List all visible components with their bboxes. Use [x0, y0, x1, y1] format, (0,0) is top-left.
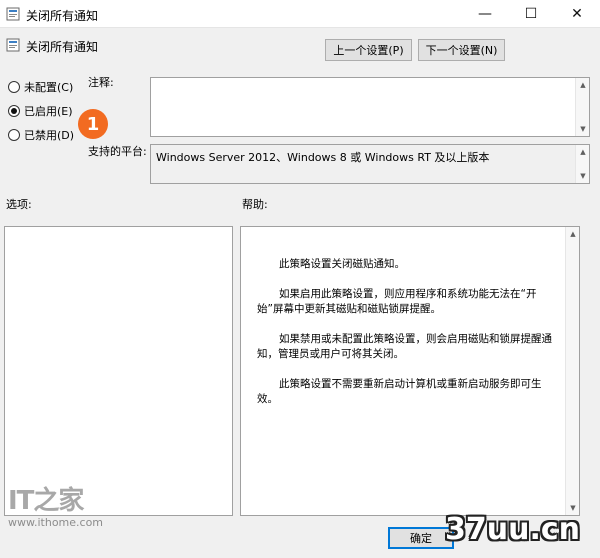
close-button[interactable]: ✕ [554, 0, 600, 28]
platform-field: Windows Server 2012、Windows 8 或 Windows … [150, 144, 590, 184]
previous-setting-button[interactable]: 上一个设置(P) [325, 39, 412, 61]
platform-label: 支持的平台: [88, 145, 147, 158]
options-label: 选项: [6, 198, 32, 211]
radio-disabled[interactable]: 已禁用(D) [8, 127, 74, 143]
help-scrollbar[interactable]: ▲ ▼ [565, 227, 579, 515]
platform-value: Windows Server 2012、Windows 8 或 Windows … [156, 151, 490, 164]
ithome-watermark-logo: IT之家 [8, 486, 84, 516]
ithome-watermark-url: www.ithome.com [8, 516, 104, 529]
radio-label: 未配置(C) [24, 81, 74, 94]
title-bar: 关闭所有通知 — ☐ ✕ [0, 0, 600, 28]
radio-circle[interactable] [8, 129, 20, 141]
radio-enabled[interactable]: 已启用(E) [8, 103, 73, 119]
scroll-up-icon[interactable]: ▲ [576, 145, 590, 159]
platform-scrollbar[interactable]: ▲ ▼ [575, 145, 589, 183]
scroll-up-icon[interactable]: ▲ [566, 227, 580, 241]
next-setting-button[interactable]: 下一个设置(N) [418, 39, 505, 61]
comment-textarea[interactable]: ▲ ▼ [150, 77, 590, 137]
options-pane [4, 226, 233, 516]
help-paragraph: 此策略设置不需要重新启动计算机或重新启动服务即可生效。 [257, 378, 542, 405]
window-title: 关闭所有通知 [26, 9, 99, 23]
scroll-down-icon[interactable]: ▼ [576, 169, 590, 183]
help-paragraph: 如果禁用或未配置此策略设置，则会启用磁贴和锁屏提醒通知，管理员或用户可将其关闭。 [257, 333, 552, 360]
scroll-down-icon[interactable]: ▼ [576, 122, 590, 136]
policy-setting-icon [6, 38, 20, 52]
setting-title: 关闭所有通知 [26, 40, 99, 54]
maximize-button[interactable]: ☐ [508, 0, 554, 28]
help-paragraph: 此策略设置关闭磁贴通知。 [279, 258, 405, 270]
radio-not-configured[interactable]: 未配置(C) [8, 79, 73, 95]
policy-icon [6, 7, 20, 21]
minimize-button[interactable]: — [462, 0, 508, 28]
help-label: 帮助: [242, 198, 268, 211]
help-paragraph: 如果启用此策略设置，则应用程序和系统功能无法在“开始”屏幕中更新其磁贴和磁贴锁屏… [257, 288, 537, 315]
comment-label: 注释: [88, 76, 114, 89]
radio-circle[interactable] [8, 81, 20, 93]
help-pane: 此策略设置关闭磁贴通知。 如果启用此策略设置，则应用程序和系统功能无法在“开始”… [240, 226, 580, 516]
comment-scrollbar[interactable]: ▲ ▼ [575, 78, 589, 136]
radio-circle[interactable] [8, 105, 20, 117]
step-number-badge: 1 [78, 109, 108, 139]
radio-label: 已禁用(D) [24, 129, 75, 142]
radio-label: 已启用(E) [24, 105, 73, 118]
scroll-up-icon[interactable]: ▲ [576, 78, 590, 92]
help-text: 此策略设置关闭磁贴通知。 如果启用此策略设置，则应用程序和系统功能无法在“开始”… [257, 257, 557, 422]
site-watermark: 37uu.cn [445, 512, 580, 547]
